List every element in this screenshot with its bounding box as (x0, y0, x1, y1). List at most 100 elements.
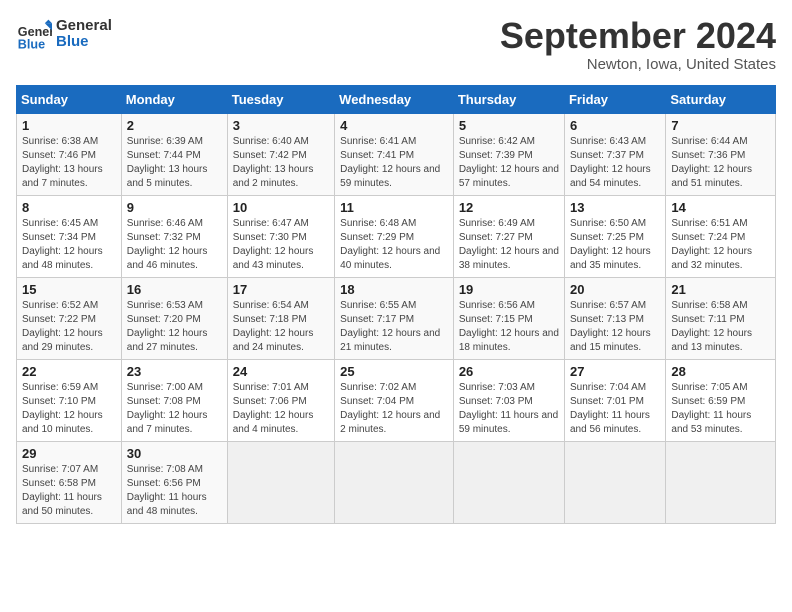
day-number: 8 (22, 200, 116, 215)
day-info: Sunrise: 6:49 AMSunset: 7:27 PMDaylight:… (459, 217, 559, 273)
calendar-header-saturday: Saturday (666, 85, 776, 113)
location: Newton, Iowa, United States (500, 56, 776, 73)
calendar-cell: 22 Sunrise: 6:59 AMSunset: 7:10 PMDayligh… (17, 359, 122, 441)
day-info: Sunrise: 6:58 AMSunset: 7:11 PMDaylight:… (671, 299, 770, 355)
calendar-cell: 16Sunrise: 6:53 AMSunset: 7:20 PMDayligh… (121, 277, 227, 359)
day-info: Sunrise: 6:39 AMSunset: 7:44 PMDaylight:… (127, 135, 222, 191)
logo-blue-text: Blue (56, 34, 112, 51)
calendar-body: 1 Sunrise: 6:38 AMSunset: 7:46 PMDaylight… (17, 113, 776, 523)
calendar-cell: 12 Sunrise: 6:49 AMSunset: 7:27 PMDayligh… (453, 195, 564, 277)
calendar-cell: 25 Sunrise: 7:02 AMSunset: 7:04 PMDayligh… (335, 359, 454, 441)
day-number: 7 (671, 118, 770, 133)
day-info: Sunrise: 7:00 AMSunset: 7:08 PMDaylight:… (127, 381, 222, 437)
day-number: 3 (233, 118, 329, 133)
calendar-cell: 24 Sunrise: 7:01 AMSunset: 7:06 PMDayligh… (227, 359, 334, 441)
day-number: 27 (570, 364, 660, 379)
calendar-header-thursday: Thursday (453, 85, 564, 113)
calendar-table: SundayMondayTuesdayWednesdayThursdayFrid… (16, 85, 776, 524)
day-number: 13 (570, 200, 660, 215)
day-info: Sunrise: 6:48 AMSunset: 7:29 PMDaylight:… (340, 217, 448, 273)
calendar-header-friday: Friday (564, 85, 665, 113)
day-number: 1 (22, 118, 116, 133)
calendar-cell: 2 Sunrise: 6:39 AMSunset: 7:44 PMDaylight… (121, 113, 227, 195)
calendar-header-wednesday: Wednesday (335, 85, 454, 113)
day-number: 20 (570, 282, 660, 297)
day-number: 17 (233, 282, 329, 297)
day-info: Sunrise: 7:08 AMSunset: 6:56 PMDaylight:… (127, 463, 222, 519)
calendar-cell: 5Sunrise: 6:42 AMSunset: 7:39 PMDaylight… (453, 113, 564, 195)
svg-text:Blue: Blue (18, 37, 45, 51)
calendar-cell: 15Sunrise: 6:52 AMSunset: 7:22 PMDayligh… (17, 277, 122, 359)
calendar-cell: 13 Sunrise: 6:50 AMSunset: 7:25 PMDayligh… (564, 195, 665, 277)
calendar-cell: 4 Sunrise: 6:41 AMSunset: 7:41 PMDaylight… (335, 113, 454, 195)
day-info: Sunrise: 7:02 AMSunset: 7:04 PMDaylight:… (340, 381, 448, 437)
day-number: 25 (340, 364, 448, 379)
day-info: Sunrise: 6:46 AMSunset: 7:32 PMDaylight:… (127, 217, 222, 273)
calendar-cell: 11 Sunrise: 6:48 AMSunset: 7:29 PMDayligh… (335, 195, 454, 277)
calendar-cell: 30 Sunrise: 7:08 AMSunset: 6:56 PMDayligh… (121, 441, 227, 523)
day-number: 29 (22, 446, 116, 461)
calendar-cell: 1 Sunrise: 6:38 AMSunset: 7:46 PMDaylight… (17, 113, 122, 195)
day-info: Sunrise: 7:05 AMSunset: 6:59 PMDaylight:… (671, 381, 770, 437)
day-info: Sunrise: 6:47 AMSunset: 7:30 PMDaylight:… (233, 217, 329, 273)
calendar-cell: 6 Sunrise: 6:43 AMSunset: 7:37 PMDaylight… (564, 113, 665, 195)
calendar-cell (666, 441, 776, 523)
calendar-cell: 10Sunrise: 6:47 AMSunset: 7:30 PMDayligh… (227, 195, 334, 277)
day-info: Sunrise: 6:51 AMSunset: 7:24 PMDaylight:… (671, 217, 770, 273)
calendar-cell (335, 441, 454, 523)
calendar-week-row: 1 Sunrise: 6:38 AMSunset: 7:46 PMDaylight… (17, 113, 776, 195)
calendar-cell: 28Sunrise: 7:05 AMSunset: 6:59 PMDayligh… (666, 359, 776, 441)
day-info: Sunrise: 6:50 AMSunset: 7:25 PMDaylight:… (570, 217, 660, 273)
day-number: 30 (127, 446, 222, 461)
day-number: 22 (22, 364, 116, 379)
day-info: Sunrise: 6:41 AMSunset: 7:41 PMDaylight:… (340, 135, 448, 191)
day-info: Sunrise: 6:43 AMSunset: 7:37 PMDaylight:… (570, 135, 660, 191)
day-number: 12 (459, 200, 559, 215)
calendar-cell: 18 Sunrise: 6:55 AMSunset: 7:17 PMDayligh… (335, 277, 454, 359)
title-block: September 2024 Newton, Iowa, United Stat… (500, 16, 776, 73)
day-number: 23 (127, 364, 222, 379)
calendar-cell (227, 441, 334, 523)
day-info: Sunrise: 7:04 AMSunset: 7:01 PMDaylight:… (570, 381, 660, 437)
calendar-week-row: 29Sunrise: 7:07 AMSunset: 6:58 PMDayligh… (17, 441, 776, 523)
calendar-cell: 9Sunrise: 6:46 AMSunset: 7:32 PMDaylight… (121, 195, 227, 277)
day-info: Sunrise: 6:56 AMSunset: 7:15 PMDaylight:… (459, 299, 559, 355)
day-info: Sunrise: 7:03 AMSunset: 7:03 PMDaylight:… (459, 381, 559, 437)
day-number: 24 (233, 364, 329, 379)
day-number: 2 (127, 118, 222, 133)
day-number: 26 (459, 364, 559, 379)
day-info: Sunrise: 6:57 AMSunset: 7:13 PMDaylight:… (570, 299, 660, 355)
month-title: September 2024 (500, 16, 776, 56)
logo-icon: General Blue (16, 16, 52, 52)
calendar-cell: 29Sunrise: 7:07 AMSunset: 6:58 PMDayligh… (17, 441, 122, 523)
calendar-cell: 26 Sunrise: 7:03 AMSunset: 7:03 PMDayligh… (453, 359, 564, 441)
calendar-cell: 23 Sunrise: 7:00 AMSunset: 7:08 PMDayligh… (121, 359, 227, 441)
logo: General Blue General Blue (16, 16, 112, 52)
day-info: Sunrise: 6:55 AMSunset: 7:17 PMDaylight:… (340, 299, 448, 355)
calendar-week-row: 22 Sunrise: 6:59 AMSunset: 7:10 PMDayligh… (17, 359, 776, 441)
calendar-cell: 8 Sunrise: 6:45 AMSunset: 7:34 PMDaylight… (17, 195, 122, 277)
day-info: Sunrise: 6:59 AMSunset: 7:10 PMDaylight:… (22, 381, 116, 437)
calendar-header-monday: Monday (121, 85, 227, 113)
day-info: Sunrise: 6:42 AMSunset: 7:39 PMDaylight:… (459, 135, 559, 191)
logo-general-text: General (56, 18, 112, 35)
day-info: Sunrise: 6:38 AMSunset: 7:46 PMDaylight:… (22, 135, 116, 191)
day-info: Sunrise: 6:44 AMSunset: 7:36 PMDaylight:… (671, 135, 770, 191)
day-info: Sunrise: 6:45 AMSunset: 7:34 PMDaylight:… (22, 217, 116, 273)
day-number: 14 (671, 200, 770, 215)
day-number: 11 (340, 200, 448, 215)
day-number: 6 (570, 118, 660, 133)
day-info: Sunrise: 6:40 AMSunset: 7:42 PMDaylight:… (233, 135, 329, 191)
day-number: 21 (671, 282, 770, 297)
calendar-week-row: 8 Sunrise: 6:45 AMSunset: 7:34 PMDaylight… (17, 195, 776, 277)
day-info: Sunrise: 7:01 AMSunset: 7:06 PMDaylight:… (233, 381, 329, 437)
calendar-cell (453, 441, 564, 523)
calendar-header-sunday: Sunday (17, 85, 122, 113)
calendar-cell: 19 Sunrise: 6:56 AMSunset: 7:15 PMDayligh… (453, 277, 564, 359)
calendar-cell: 20 Sunrise: 6:57 AMSunset: 7:13 PMDayligh… (564, 277, 665, 359)
day-number: 19 (459, 282, 559, 297)
day-number: 4 (340, 118, 448, 133)
calendar-cell: 14 Sunrise: 6:51 AMSunset: 7:24 PMDayligh… (666, 195, 776, 277)
day-number: 18 (340, 282, 448, 297)
day-number: 16 (127, 282, 222, 297)
